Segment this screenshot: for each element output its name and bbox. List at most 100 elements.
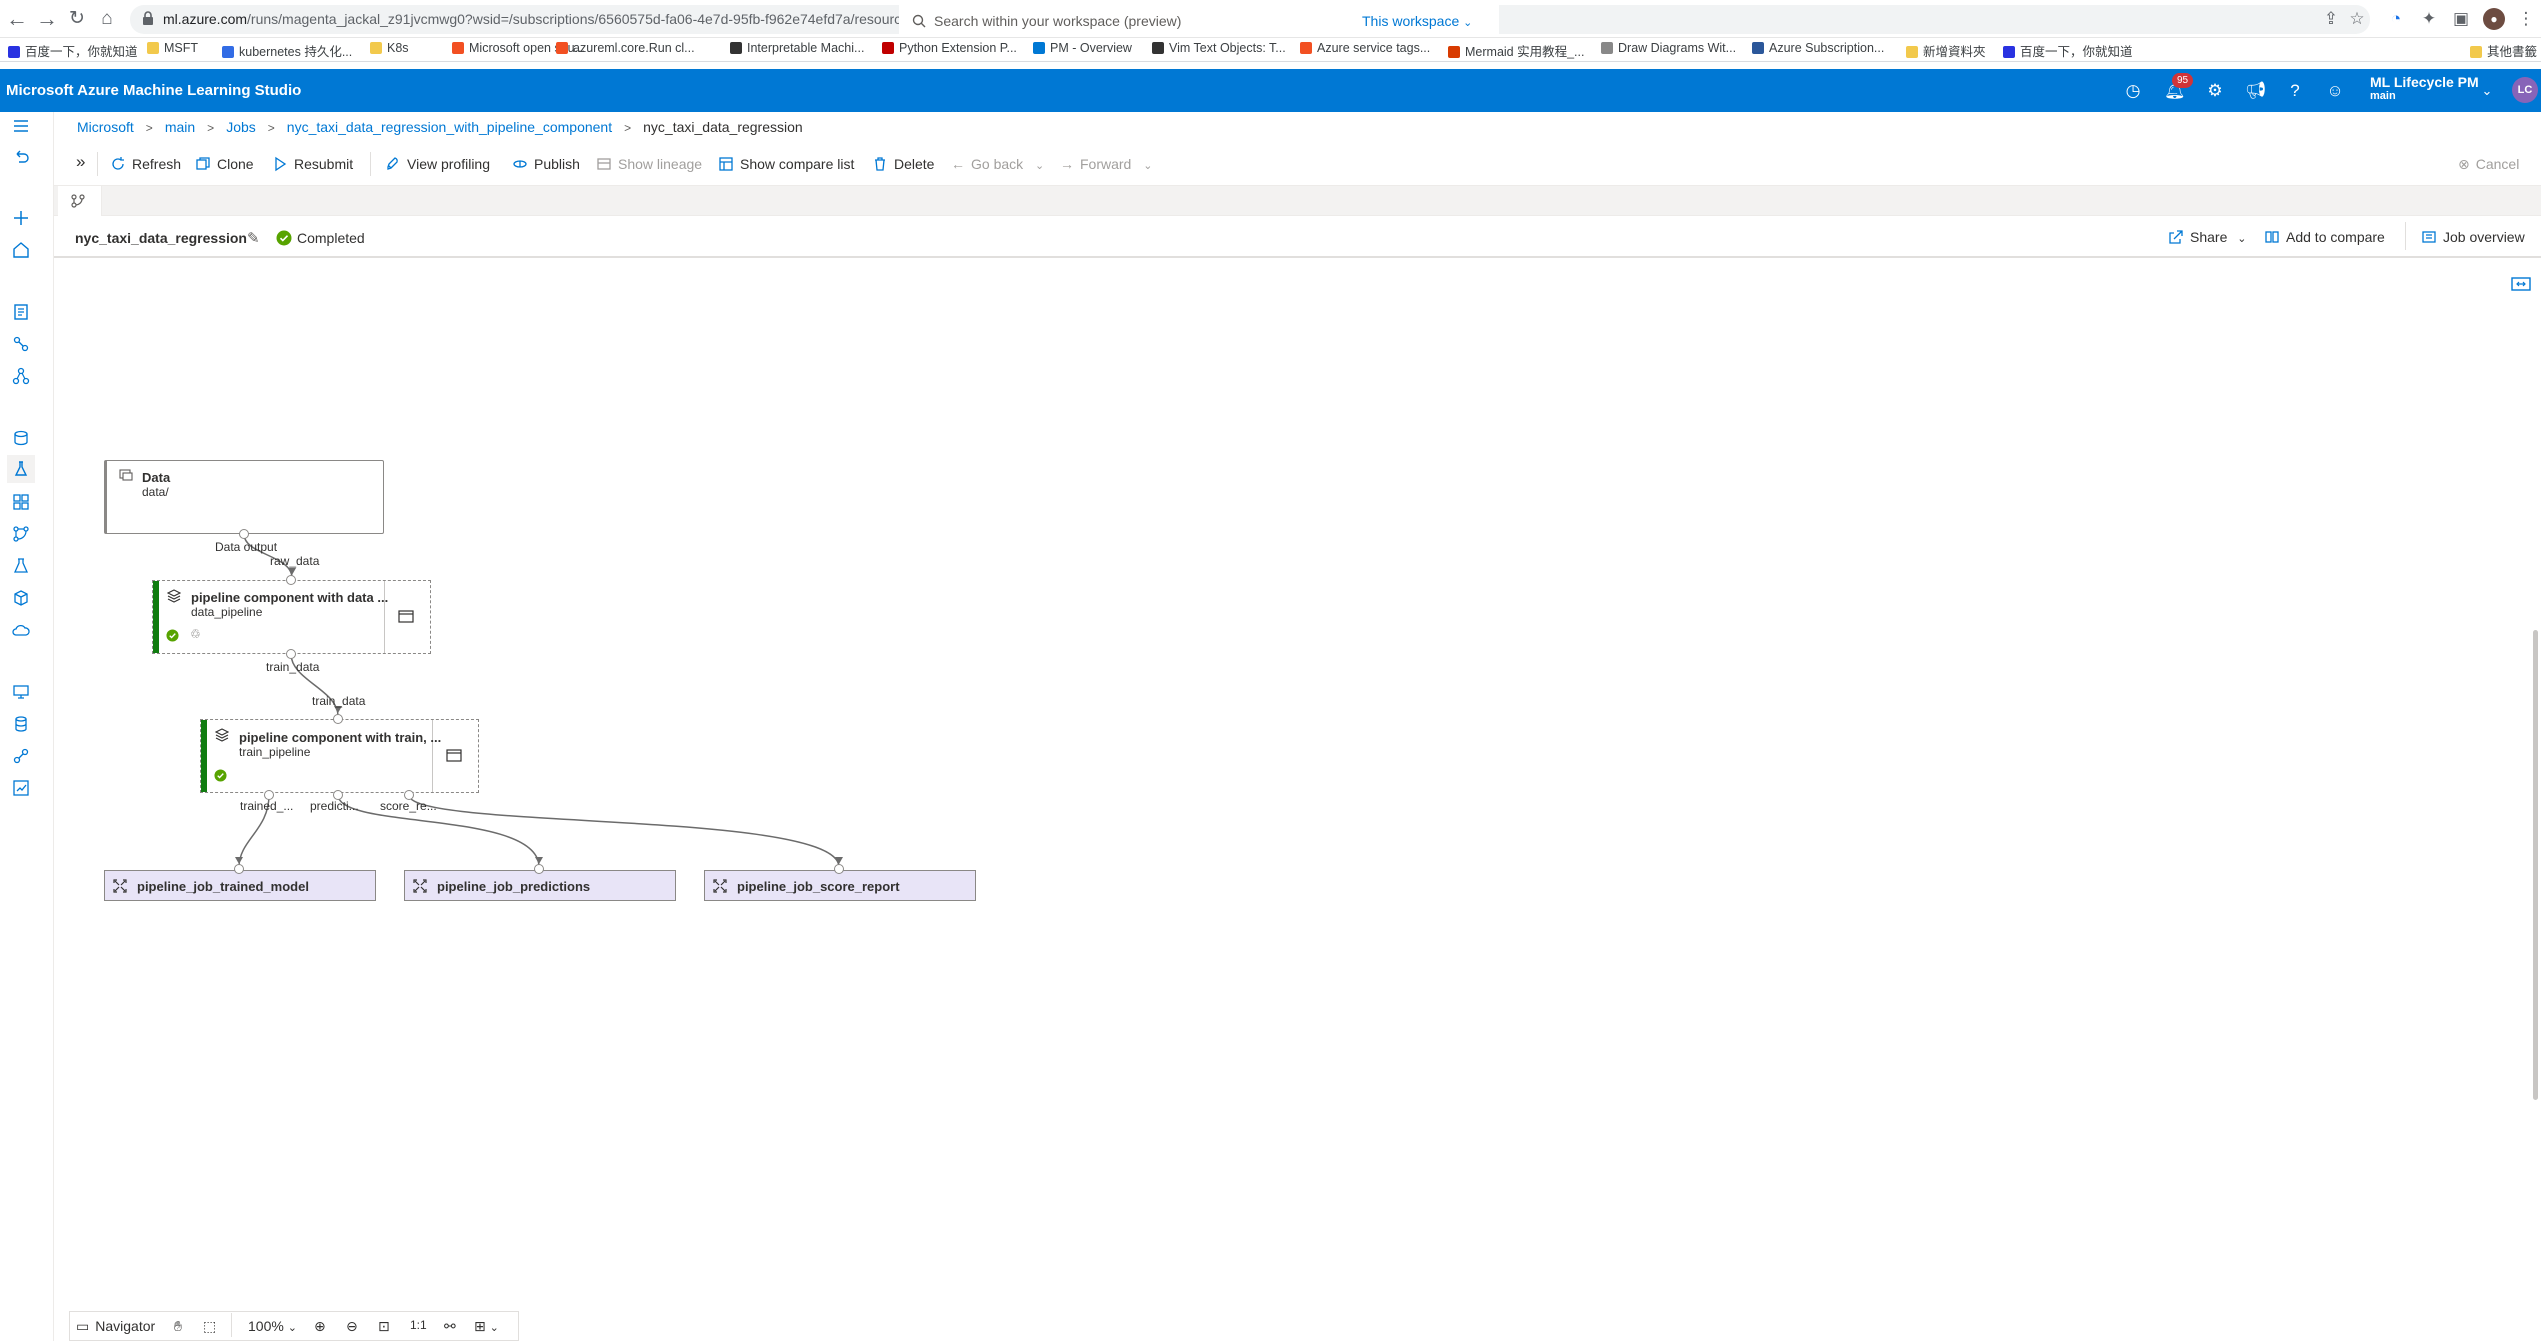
zoom-in-icon[interactable]: ⊕: [314, 1318, 326, 1335]
delete-button[interactable]: Delete: [872, 156, 934, 172]
bookmark-item[interactable]: Azure service tags...: [1300, 41, 1430, 55]
add-to-compare-button[interactable]: Add to compare: [2264, 229, 2385, 245]
datastores-icon[interactable]: [11, 714, 31, 734]
bookmark-item[interactable]: Python Extension P...: [882, 41, 1017, 55]
home-icon[interactable]: ⌂: [94, 6, 120, 32]
bookmark-item[interactable]: kubernetes 持久化...: [222, 41, 352, 60]
bookmark-item[interactable]: Azure Subscription...: [1752, 41, 1884, 55]
show-lineage-button[interactable]: Show lineage: [596, 156, 702, 172]
pipeline-output-predictions[interactable]: pipeline_job_predictions: [404, 870, 676, 901]
show-compare-list-button[interactable]: Show compare list: [718, 156, 854, 172]
grammarly-extension-icon[interactable]: ◔: [2385, 8, 2407, 30]
bookmark-item[interactable]: Draw Diagrams Wit...: [1601, 41, 1736, 55]
open-subgraph-folder-icon[interactable]: [446, 748, 462, 762]
pan-hand-icon[interactable]: ✋︎: [174, 1318, 182, 1335]
linked-services-icon[interactable]: [11, 746, 31, 766]
auto-layout-icon[interactable]: ⚯: [444, 1318, 456, 1335]
bookmark-item[interactable]: 百度一下，你就知道: [2003, 41, 2133, 60]
go-back-button[interactable]: ← Go back ⌄: [951, 156, 1044, 172]
notebooks-icon[interactable]: [11, 302, 31, 322]
raw-data-input-port[interactable]: [286, 575, 296, 585]
bookmark-star-icon[interactable]: ☆: [2346, 8, 2368, 30]
announcement-megaphone-icon[interactable]: 📢︎: [2245, 81, 2267, 101]
breadcrumb-workspace[interactable]: main: [165, 119, 195, 135]
create-new-plus-icon[interactable]: [11, 208, 31, 228]
fit-view-icon[interactable]: ⊡: [378, 1318, 390, 1335]
train-data-input-port[interactable]: [333, 714, 343, 724]
share-page-icon[interactable]: ⇪: [2320, 8, 2342, 30]
environments-icon[interactable]: [11, 556, 31, 576]
account-chevron-icon[interactable]: ⌄: [2477, 81, 2497, 101]
zoom-out-icon[interactable]: ⊖: [346, 1318, 358, 1335]
forward-button[interactable]: → Forward ⌄: [1060, 156, 1152, 172]
bookmark-item[interactable]: azureml.core.Run cl...: [556, 41, 695, 55]
cancel-button[interactable]: ⊗ Cancel: [2458, 156, 2519, 173]
resubmit-button[interactable]: Resubmit: [272, 156, 353, 172]
bookmark-item[interactable]: 新增資料夾: [1906, 41, 1986, 60]
studio-brand[interactable]: Microsoft Azure Machine Learning Studio: [6, 82, 301, 99]
graph-tab[interactable]: [58, 186, 102, 216]
account-menu[interactable]: ML Lifecycle PM main: [2370, 74, 2479, 102]
score-report-input-port[interactable]: [834, 864, 844, 874]
jobs-flask-icon[interactable]: [7, 455, 35, 483]
bookmark-item[interactable]: Vim Text Objects: T...: [1152, 41, 1286, 55]
endpoints-cloud-icon[interactable]: [11, 620, 31, 640]
pipeline-output-score-report[interactable]: pipeline_job_score_report: [704, 870, 976, 901]
history-clock-icon[interactable]: ◷: [2123, 81, 2143, 101]
forward-arrow-icon[interactable]: →: [34, 6, 60, 32]
share-button[interactable]: Share ⌄: [2168, 229, 2246, 245]
hamburger-menu-icon[interactable]: [11, 116, 31, 136]
clone-button[interactable]: Clone: [195, 156, 254, 172]
data-labeling-icon[interactable]: [11, 778, 31, 798]
vertical-scrollbar[interactable]: [2533, 630, 2538, 1100]
feedback-smiley-icon[interactable]: ☺: [2325, 81, 2345, 101]
navigator-toggle[interactable]: ▭ Navigator: [76, 1318, 155, 1335]
components-icon[interactable]: [11, 492, 31, 512]
train-data-output-port[interactable]: [286, 649, 296, 659]
back-arrow-icon[interactable]: ←: [4, 6, 30, 32]
reload-icon[interactable]: ↻: [64, 6, 90, 32]
bookmark-item[interactable]: 其他書籤: [2470, 41, 2537, 60]
bookmark-item[interactable]: PM - Overview: [1033, 41, 1132, 55]
zoom-level-dropdown[interactable]: 100% ⌄: [248, 1318, 297, 1334]
predictions-input-port[interactable]: [534, 864, 544, 874]
search-scope-dropdown[interactable]: This workspace ⌄: [1362, 13, 1472, 29]
refresh-button[interactable]: Refresh: [110, 156, 181, 172]
publish-button[interactable]: Publish: [512, 156, 580, 172]
data-output-port[interactable]: [239, 529, 249, 539]
bookmark-item[interactable]: Interpretable Machi...: [730, 41, 864, 55]
fit-to-screen-icon[interactable]: [2511, 276, 2531, 292]
bookmark-item[interactable]: Mermaid 实用教程_...: [1448, 41, 1584, 60]
bookmark-item[interactable]: K8s: [370, 41, 409, 55]
avatar[interactable]: LC: [2512, 77, 2538, 103]
actual-size-icon[interactable]: 1:1: [410, 1318, 427, 1332]
open-subgraph-folder-icon[interactable]: [398, 609, 414, 623]
select-mode-icon[interactable]: ⬚: [203, 1318, 216, 1335]
home-icon[interactable]: [11, 240, 31, 260]
job-overview-button[interactable]: Job overview: [2421, 229, 2525, 245]
compute-icon[interactable]: [11, 682, 31, 702]
breadcrumb-jobs[interactable]: Jobs: [226, 119, 256, 135]
undo-arrow-icon[interactable]: [11, 148, 31, 168]
data-icon[interactable]: [11, 428, 31, 448]
automated-ml-icon[interactable]: [11, 334, 31, 354]
bookmark-item[interactable]: 百度一下，你就知道: [8, 41, 138, 60]
settings-gear-icon[interactable]: ⚙: [2205, 81, 2225, 101]
layout-options-icon[interactable]: ⊞ ⌄: [474, 1318, 499, 1335]
designer-icon[interactable]: [11, 366, 31, 386]
breadcrumb-microsoft[interactable]: Microsoft: [77, 119, 134, 135]
edit-pencil-icon[interactable]: ✎: [247, 229, 260, 247]
pipeline-output-trained-model[interactable]: pipeline_job_trained_model: [104, 870, 376, 901]
extensions-puzzle-icon[interactable]: ✦: [2418, 8, 2440, 30]
sidebar-panel-icon[interactable]: ▣: [2450, 8, 2472, 30]
view-profiling-button[interactable]: View profiling: [385, 156, 490, 172]
bookmark-item[interactable]: MSFT: [147, 41, 198, 55]
expand-panel-icon[interactable]: »: [76, 152, 85, 172]
browser-menu-icon[interactable]: ⋮: [2515, 8, 2537, 30]
trained-model-input-port[interactable]: [234, 864, 244, 874]
help-question-icon[interactable]: ?: [2285, 81, 2305, 101]
pipelines-icon[interactable]: [11, 524, 31, 544]
models-cube-icon[interactable]: [11, 588, 31, 608]
profile-avatar-icon[interactable]: ●: [2483, 8, 2505, 30]
breadcrumb-experiment[interactable]: nyc_taxi_data_regression_with_pipeline_c…: [287, 119, 612, 135]
